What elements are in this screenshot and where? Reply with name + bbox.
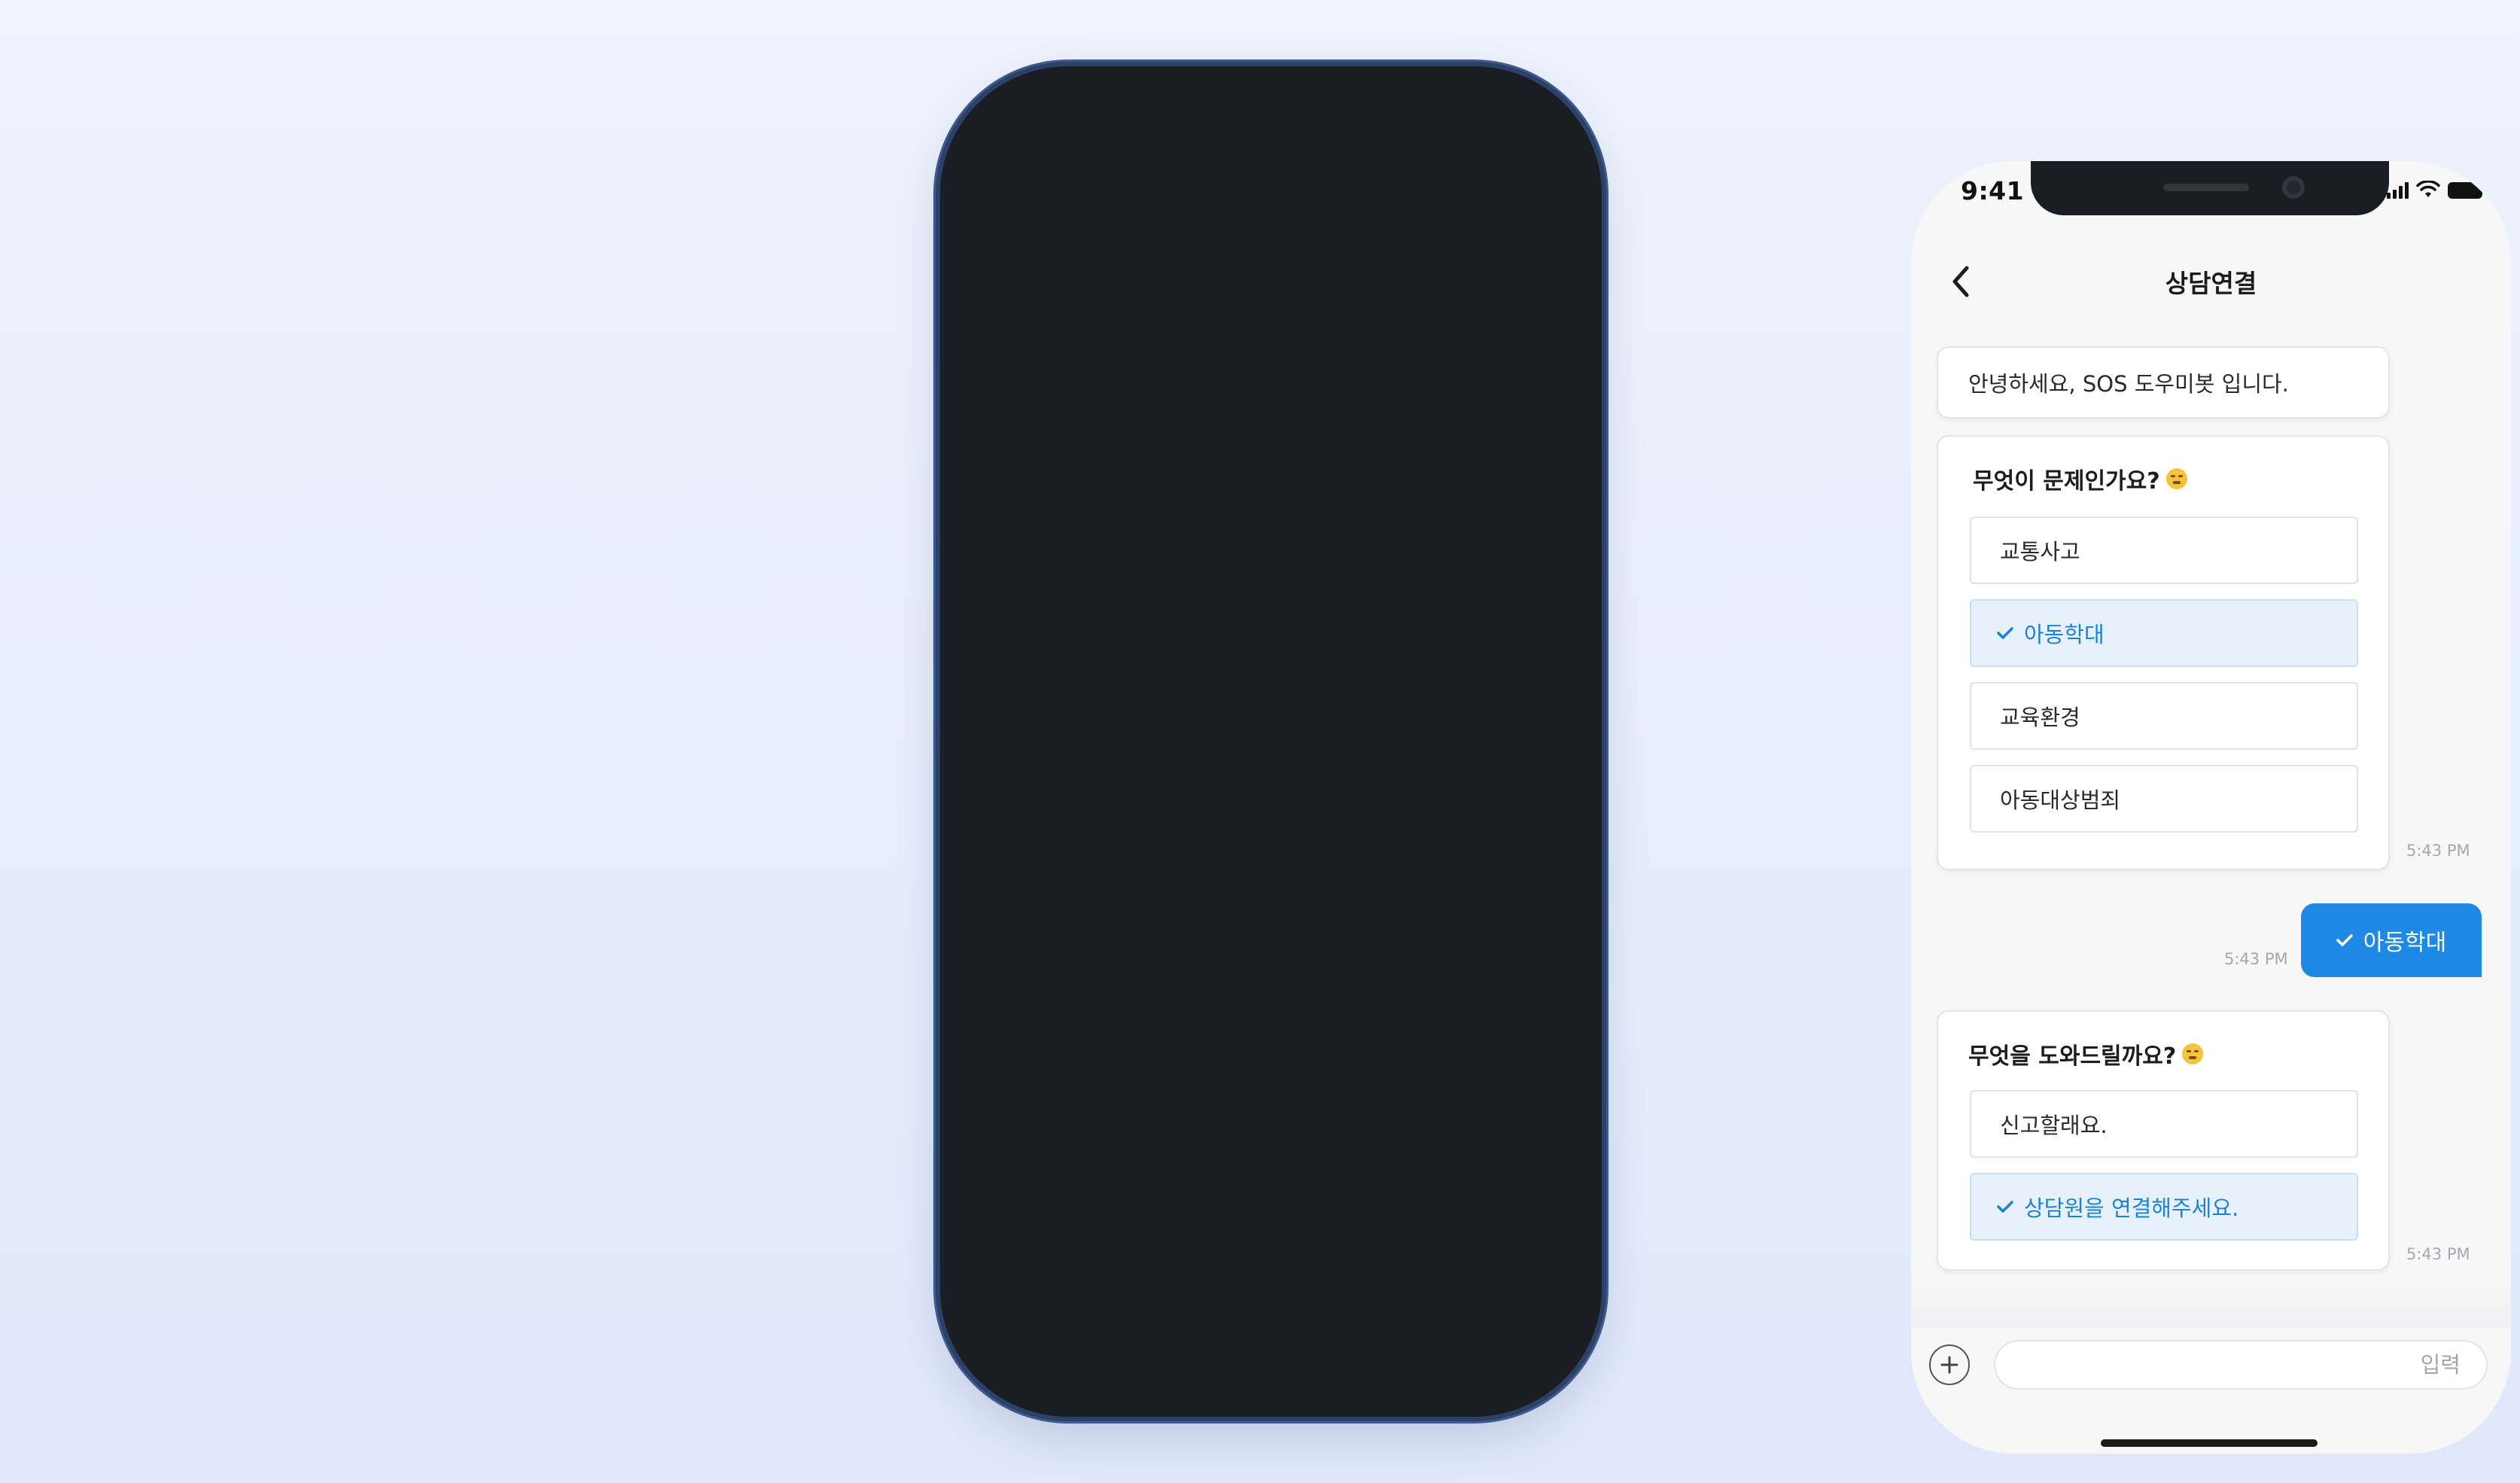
- signal-icon: [2387, 181, 2409, 199]
- option-button[interactable]: 교통사고: [1970, 516, 2358, 584]
- option-button-selected[interactable]: 아동학대: [1970, 599, 2358, 667]
- question-card-problem: 무엇이 문제인가요? 교통사고 아동학대 교육환경 아동대상범죄: [1937, 435, 2390, 870]
- option-label: 아동학대: [2024, 622, 2105, 647]
- front-camera: [2282, 176, 2305, 199]
- question-title: 무엇을 도와드릴까요?: [1968, 1037, 2204, 1070]
- option-label: 교통사고: [2000, 539, 2080, 565]
- message-field[interactable]: [1994, 1340, 2488, 1390]
- option-button-selected[interactable]: 상담원을 연결해주세요.: [1970, 1173, 2358, 1241]
- nav-bar: 상담연결: [1911, 241, 2511, 316]
- message-timestamp: 5:43 PM: [2406, 842, 2470, 860]
- check-icon: [1997, 627, 2013, 639]
- attach-button[interactable]: [1929, 1344, 1970, 1385]
- message-input-bar: [1911, 1328, 2511, 1454]
- message-input[interactable]: [1995, 1341, 2486, 1388]
- option-label: 상담원을 연결해주세요.: [2024, 1195, 2239, 1221]
- emoji-icon: [2182, 1043, 2204, 1064]
- emoji-icon: [2165, 468, 2187, 489]
- phone-frame: 9:41 상담연결 안녕하세요, SOS 도우미봇 입니다. 무엇이 문제인가요…: [940, 66, 2511, 1454]
- page-title: 상담연결: [2165, 269, 2257, 298]
- user-reply-bubble: 아동학대: [2301, 903, 2482, 977]
- user-reply-text: 아동학대: [2363, 930, 2447, 956]
- option-button[interactable]: 신고할래요.: [1970, 1090, 2358, 1158]
- speaker-grille: [2163, 184, 2249, 191]
- option-button[interactable]: 아동대상범죄: [1970, 765, 2358, 833]
- question-text: 무엇이 문제인가요?: [1973, 468, 2160, 495]
- option-label: 교육환경: [2000, 705, 2080, 730]
- status-icons: [2387, 181, 2485, 199]
- phone-screen: 9:41 상담연결 안녕하세요, SOS 도우미봇 입니다. 무엇이 문제인가요…: [1911, 161, 2511, 1454]
- battery-icon: [2448, 182, 2485, 199]
- check-icon: [2336, 934, 2353, 946]
- status-time: 9:41: [1961, 176, 2025, 206]
- plus-circle-icon: [1940, 1356, 1958, 1374]
- input-divider-shadow: [1911, 1275, 2511, 1328]
- option-label: 아동대상범죄: [2000, 787, 2121, 813]
- message-timestamp: 5:43 PM: [2224, 950, 2288, 968]
- question-text: 무엇을 도와드릴까요?: [1968, 1043, 2177, 1070]
- wifi-icon: [2416, 181, 2440, 197]
- question-title: 무엇이 문제인가요?: [1973, 462, 2187, 495]
- message-timestamp: 5:43 PM: [2406, 1245, 2470, 1263]
- check-icon: [1997, 1201, 2013, 1213]
- option-button[interactable]: 교육환경: [1970, 682, 2358, 750]
- home-indicator: [2101, 1439, 2318, 1447]
- question-card-help: 무엇을 도와드릴까요? 신고할래요. 상담원을 연결해주세요.: [1937, 1010, 2390, 1271]
- option-label: 신고할래요.: [2000, 1113, 2108, 1138]
- bot-greeting-bubble: 안녕하세요, SOS 도우미봇 입니다.: [1937, 346, 2390, 419]
- notch: [2031, 161, 2389, 215]
